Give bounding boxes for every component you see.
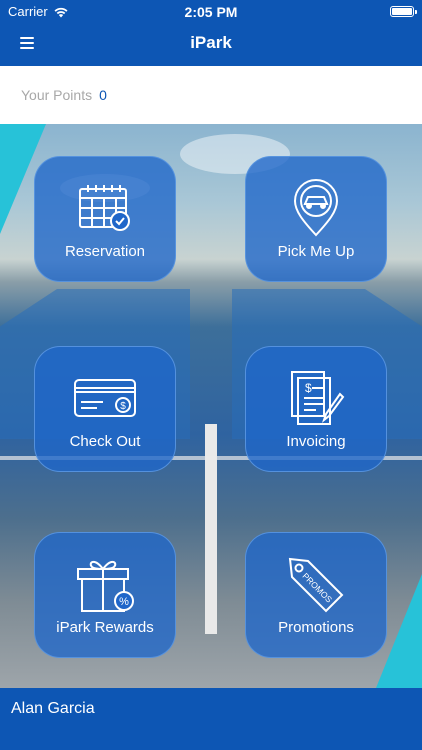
points-label: Your Points: [21, 87, 93, 103]
top-bar: Carrier 2:05 PM iPark: [0, 0, 422, 66]
tile-label: Check Out: [69, 433, 141, 450]
car-location-pin-icon: [291, 179, 341, 237]
status-bar: Carrier 2:05 PM: [0, 0, 422, 22]
tile-label: iPark Rewards: [56, 619, 154, 636]
tile-label: Pick Me Up: [277, 243, 355, 260]
ipark-rewards-button[interactable]: % iPark Rewards: [34, 532, 176, 658]
promos-tag-icon: PROMOS: [284, 555, 348, 613]
promotions-button[interactable]: PROMOS Promotions: [245, 532, 387, 658]
check-out-button[interactable]: $ Check Out: [34, 346, 176, 472]
calendar-check-icon: [76, 179, 134, 237]
tile-label: Reservation: [64, 243, 146, 260]
battery-icon: [390, 6, 417, 17]
svg-text:PROMOS: PROMOS: [300, 571, 334, 605]
tile-label: Promotions: [278, 619, 354, 636]
pick-me-up-button[interactable]: Pick Me Up: [245, 156, 387, 282]
tile-label: Invoicing: [286, 433, 346, 450]
reservation-button[interactable]: Reservation: [34, 156, 176, 282]
clock: 2:05 PM: [184, 4, 238, 20]
page-title: iPark: [190, 33, 232, 52]
points-value: 0: [99, 87, 107, 103]
parking-lot-background: Reservation Pick Me Up $ Check Out $ Inv…: [0, 124, 422, 688]
svg-text:$: $: [120, 401, 126, 412]
payment-card-icon: $: [73, 369, 137, 427]
user-name: Alan Garcia: [11, 700, 95, 717]
invoice-document-icon: $: [286, 369, 346, 427]
invoicing-button[interactable]: $ Invoicing: [245, 346, 387, 472]
gift-box-icon: %: [74, 555, 136, 613]
points-row: Your Points 0: [0, 66, 422, 124]
user-footer: Alan Garcia: [0, 688, 422, 750]
svg-text:$: $: [305, 381, 312, 395]
nav-bar: iPark: [0, 22, 422, 66]
svg-text:%: %: [119, 596, 129, 608]
